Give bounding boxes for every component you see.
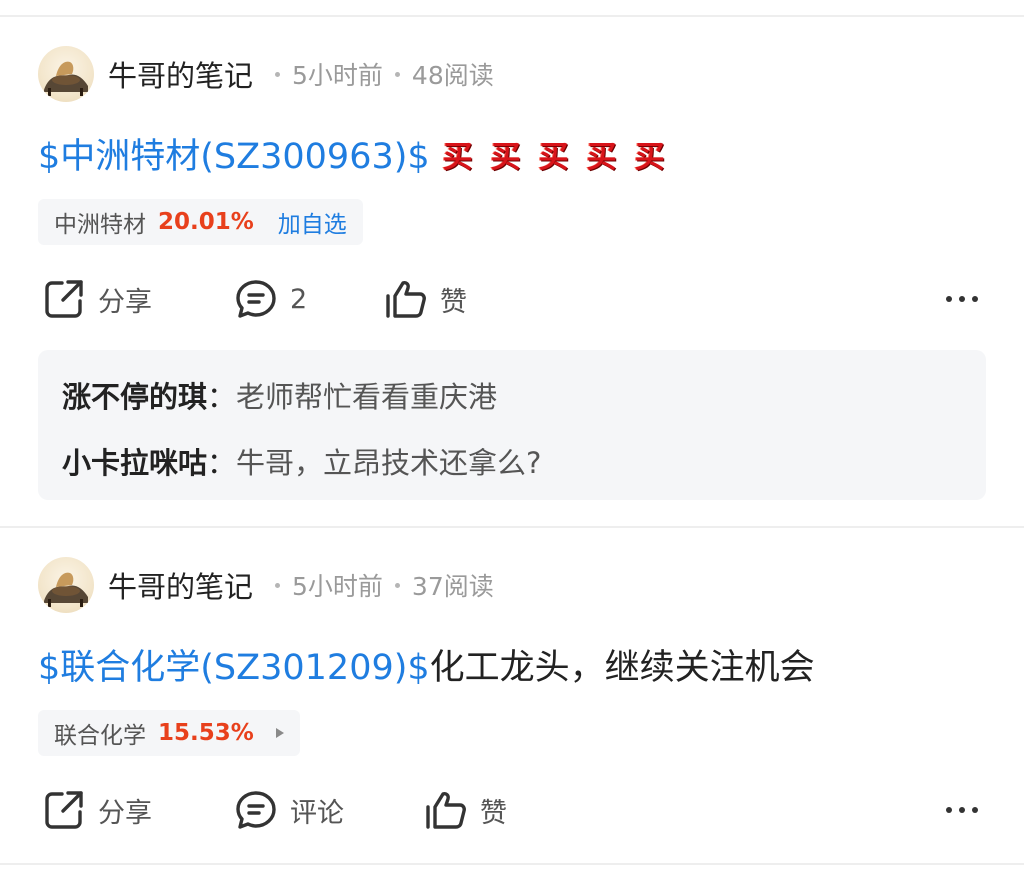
author-name[interactable]: 牛哥的笔记 [108, 564, 253, 606]
more-dot [959, 296, 965, 302]
post-meta: 5小时前 48阅读 [263, 56, 494, 92]
comment-button[interactable]: 评论 [234, 788, 344, 832]
post-content[interactable]: $联合化学(SZ301209)$化工龙头，继续关注机会 [38, 639, 815, 690]
comment-button[interactable]: 2 [234, 277, 307, 321]
share-button[interactable]: 分享 [42, 788, 152, 832]
comment-bubble-icon [236, 791, 276, 829]
like-button[interactable]: 赞 [424, 788, 507, 832]
share-icon [45, 280, 83, 318]
share-label: 分享 [98, 286, 152, 318]
comment-preview-panel[interactable]: 涨不停的琪：老师帮忙看看重庆港 小卡拉咪咕：牛哥，立昂技术还拿么? [38, 350, 986, 500]
post-time: 5小时前 [292, 572, 383, 601]
buy-sticker-emoji: 买 [442, 140, 473, 175]
chip-change-percent: 20.01% [158, 209, 254, 235]
top-divider [0, 15, 1024, 17]
more-options-button[interactable] [946, 788, 978, 832]
chip-change-percent: 15.53% [158, 720, 254, 746]
buy-sticker-emoji: 买 [538, 140, 569, 175]
meta-dot [394, 71, 400, 77]
more-dot [972, 296, 978, 302]
comment-item[interactable]: 涨不停的琪：老师帮忙看看重庆港 [62, 374, 497, 416]
comment-label: 评论 [290, 797, 344, 829]
meta-dot [275, 71, 281, 77]
stock-chip[interactable]: 中洲特材 20.01% 加自选 [38, 199, 363, 245]
buy-sticker-emoji: 买 [490, 140, 521, 175]
comment-count: 2 [290, 283, 308, 315]
stock-link[interactable]: $联合化学(SZ301209)$ [38, 648, 430, 688]
comment-separator: ： [207, 380, 237, 414]
meta-dot [275, 582, 281, 588]
post-time: 5小时前 [292, 61, 383, 90]
buy-sticker-emoji: 买 [586, 140, 617, 175]
author-avatar[interactable] [38, 46, 94, 102]
author-row: 牛哥的笔记 5小时前 37阅读 [38, 557, 494, 613]
post-divider [0, 526, 1024, 528]
thumbs-up-icon [426, 792, 466, 829]
post-meta: 5小时前 37阅读 [263, 567, 494, 603]
read-count: 48阅读 [411, 61, 494, 90]
comment-user[interactable]: 涨不停的琪 [62, 380, 207, 414]
buy-sticker-emoji: 买 [634, 140, 665, 175]
like-label: 赞 [440, 286, 467, 318]
stock-link[interactable]: $中洲特材(SZ300963)$ [38, 137, 430, 177]
author-avatar[interactable] [38, 557, 94, 613]
comment-bubble-icon [236, 280, 276, 318]
triangle-right-icon [275, 728, 284, 738]
share-button[interactable]: 分享 [42, 277, 152, 321]
chip-stock-name: 中洲特材 [54, 212, 146, 238]
comment-separator: ： [207, 446, 237, 480]
add-watchlist-button[interactable]: 加自选 [278, 205, 347, 239]
comment-user[interactable]: 小卡拉咪咕 [62, 446, 207, 480]
share-icon [45, 791, 83, 829]
thumbs-up-icon [386, 281, 426, 318]
more-horizontal-icon [946, 296, 952, 302]
more-dot [959, 807, 965, 813]
post-text: 化工龙头，继续关注机会 [429, 648, 815, 688]
more-horizontal-icon [946, 807, 952, 813]
buy-emoji-row: 买买买买买 [438, 141, 670, 175]
read-count: 37阅读 [411, 572, 494, 601]
comment-text: 老师帮忙看看重庆港 [236, 380, 498, 414]
stock-chip[interactable]: 联合化学 15.53% [38, 710, 300, 756]
chip-stock-name: 联合化学 [54, 723, 146, 749]
author-row: 牛哥的笔记 5小时前 48阅读 [38, 46, 494, 102]
post-content[interactable]: $中洲特材(SZ300963)$ 买买买买买 [38, 128, 670, 179]
more-dot [972, 807, 978, 813]
like-button[interactable]: 赞 [384, 277, 467, 321]
author-name[interactable]: 牛哥的笔记 [108, 53, 253, 95]
share-label: 分享 [98, 797, 152, 829]
comment-text: 牛哥，立昂技术还拿么? [236, 446, 542, 480]
like-label: 赞 [480, 797, 507, 829]
meta-dot [394, 582, 400, 588]
more-options-button[interactable] [946, 277, 978, 321]
bottom-divider [0, 863, 1024, 865]
comment-item[interactable]: 小卡拉咪咕：牛哥，立昂技术还拿么? [62, 440, 541, 482]
